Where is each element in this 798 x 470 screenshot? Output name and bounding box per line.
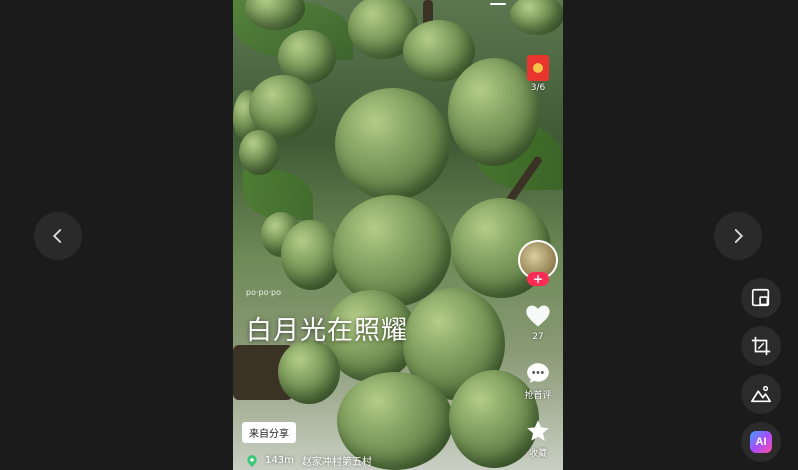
star-icon[interactable] xyxy=(524,418,552,444)
next-button[interactable] xyxy=(714,212,762,260)
like-count: 27 xyxy=(532,332,544,342)
favorite-group[interactable]: 收藏 xyxy=(516,418,560,459)
video-caption: 白月光在照耀 xyxy=(246,316,409,346)
previous-button[interactable] xyxy=(34,212,82,260)
comment-group[interactable]: 抢首评 xyxy=(516,360,560,401)
pip-button[interactable] xyxy=(741,278,781,318)
viewer-stage: po·po·po 白月光在照耀 来自分享 143m 赵家冲村第五村 3/6 + … xyxy=(0,0,798,470)
location-place: 赵家冲村第五村 xyxy=(301,457,372,468)
landscape-icon xyxy=(751,385,771,403)
author-avatar-group[interactable]: + xyxy=(516,240,560,286)
fruit xyxy=(510,0,563,35)
location-distance: 143m xyxy=(265,455,294,466)
image-search-button[interactable] xyxy=(741,374,781,414)
comment-icon[interactable] xyxy=(524,360,552,386)
red-packet-count: 3/6 xyxy=(530,83,546,93)
fruit xyxy=(278,340,340,404)
video-player[interactable] xyxy=(233,0,563,470)
share-source-chip[interactable]: 来自分享 xyxy=(242,422,296,443)
comment-label: 抢首评 xyxy=(524,391,552,401)
location-pin-icon xyxy=(247,454,257,467)
red-packet-widget[interactable]: 3/6 xyxy=(516,55,560,93)
progress-indicator xyxy=(490,3,506,5)
fruit xyxy=(239,130,279,175)
ai-icon: AI xyxy=(750,431,772,453)
ai-button[interactable]: AI xyxy=(741,422,781,462)
fruit xyxy=(335,88,450,200)
like-group[interactable]: 27 xyxy=(516,302,560,342)
screenshot-button[interactable] xyxy=(741,326,781,366)
chevron-right-icon xyxy=(734,229,744,243)
location-bar[interactable]: 143m 赵家冲村第五村 xyxy=(245,453,380,468)
chevron-left-icon xyxy=(52,229,62,243)
heart-icon[interactable] xyxy=(523,302,553,330)
red-packet-icon xyxy=(527,55,549,81)
picture-in-picture-icon xyxy=(751,288,770,307)
follow-button[interactable]: + xyxy=(527,272,549,286)
fruit xyxy=(333,195,451,307)
crop-icon xyxy=(751,336,771,356)
fruit xyxy=(281,220,341,290)
favorite-label: 收藏 xyxy=(528,449,547,459)
video-tag: po·po·po xyxy=(246,288,282,297)
